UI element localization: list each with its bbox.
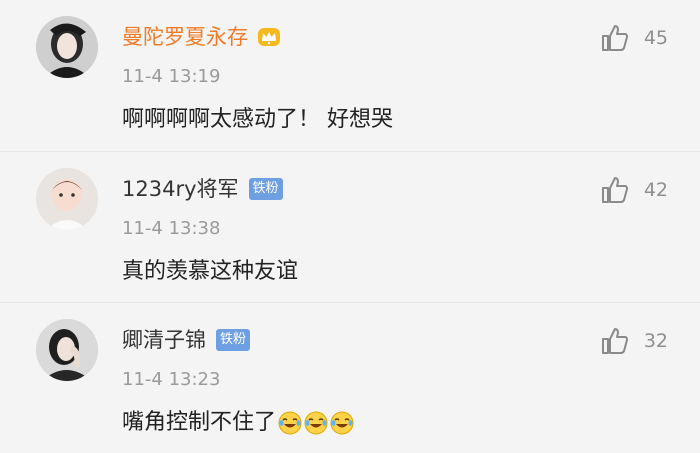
name-row: 曼陀罗夏永存	[122, 22, 282, 52]
avatar-woman-dark-hair-icon	[36, 16, 98, 78]
like-count: 42	[643, 179, 668, 201]
comment-time: 11-4 13:23	[122, 369, 221, 390]
like-button[interactable]: 32	[600, 325, 668, 357]
comment-text: 嘴角控制不住了	[122, 406, 354, 440]
laugh-cry-emoji-icon	[278, 411, 302, 435]
comment-item: 1234ry将军 铁粉 11-4 13:38 真的羡慕这种友谊 42	[0, 151, 700, 302]
fan-badge: 铁粉	[248, 178, 283, 200]
comment-item: 曼陀罗夏永存 11-4 13:19 啊啊啊啊太感动了！ 好想哭 45	[0, 0, 700, 150]
name-row: 卿清子锦 铁粉	[122, 325, 251, 355]
username[interactable]: 曼陀罗夏永存	[122, 22, 248, 52]
user-avatar[interactable]	[36, 319, 98, 381]
like-button[interactable]: 45	[600, 22, 668, 54]
username[interactable]: 卿清子锦	[122, 325, 206, 355]
like-button[interactable]: 42	[600, 174, 668, 206]
thumbs-up-icon	[601, 177, 628, 203]
laugh-cry-emoji-icon	[304, 411, 328, 435]
name-row: 1234ry将军 铁粉	[122, 174, 283, 204]
avatar-baby-icon	[36, 168, 98, 230]
comment-item: 卿清子锦 铁粉 11-4 13:23 嘴角控制不住了 32	[0, 302, 700, 453]
thumbs-up-icon	[601, 25, 628, 51]
avatar-woman-hand-on-face-icon	[36, 319, 98, 381]
like-count: 32	[643, 330, 668, 352]
laugh-cry-emoji-icon	[330, 411, 354, 435]
user-avatar[interactable]	[36, 16, 98, 78]
thumbs-up-icon	[601, 328, 628, 354]
username[interactable]: 1234ry将军	[122, 174, 239, 204]
user-avatar[interactable]	[36, 168, 98, 230]
comment-time: 11-4 13:38	[122, 218, 221, 239]
comment-text-content: 嘴角控制不住了	[122, 410, 277, 435]
crown-icon	[258, 28, 280, 46]
comment-text: 真的羡慕这种友谊	[122, 255, 298, 289]
comment-time: 11-4 13:19	[122, 66, 221, 87]
comment-text: 啊啊啊啊太感动了！ 好想哭	[122, 103, 393, 137]
comment-text-content: 啊啊啊啊太感动了！ 好想哭	[122, 107, 393, 132]
comment-text-content: 真的羡慕这种友谊	[122, 259, 299, 284]
fan-badge: 铁粉	[216, 329, 251, 351]
like-count: 45	[643, 27, 668, 49]
